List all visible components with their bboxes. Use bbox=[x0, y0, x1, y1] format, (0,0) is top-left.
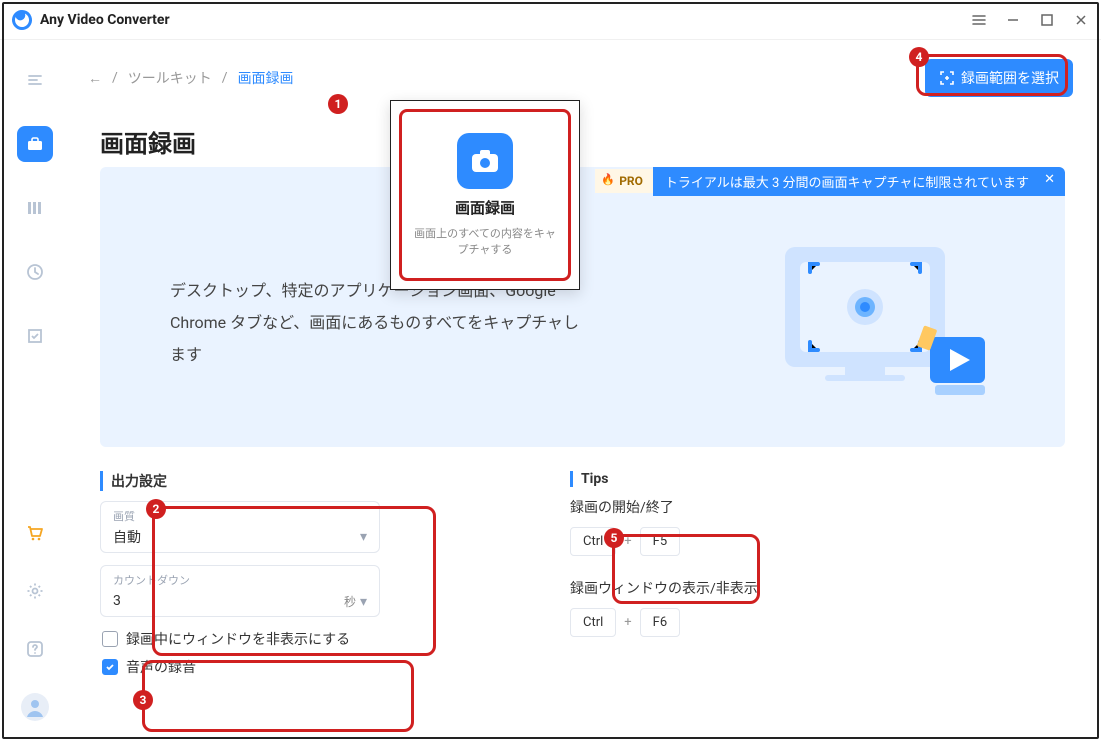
output-settings-section: 出力設定 画質 自動 ▾ カウントダウン 3 秒▾ bbox=[100, 471, 380, 677]
sidebar-avatar[interactable] bbox=[17, 689, 53, 725]
app-name: Any Video Converter bbox=[40, 12, 170, 28]
pro-badge: PRO bbox=[595, 169, 653, 193]
annotation-badge-1: 1 bbox=[328, 94, 348, 114]
checkbox-icon bbox=[102, 631, 118, 647]
breadcrumb: ← / ツールキット / 画面録画 bbox=[88, 68, 294, 88]
hide-window-checkbox[interactable]: 録画中にウィンドウを非表示にする bbox=[100, 629, 380, 649]
quality-select[interactable]: 画質 自動 ▾ bbox=[100, 501, 380, 553]
sidebar-collapse-icon[interactable] bbox=[17, 62, 53, 98]
app-logo-icon bbox=[9, 7, 35, 33]
annotation-badge-5: 5 bbox=[604, 528, 624, 548]
annotation-badge-4: 4 bbox=[909, 47, 929, 67]
select-area-button[interactable]: 録画範囲を選択 bbox=[925, 59, 1073, 97]
sidebar-item-history[interactable] bbox=[17, 254, 53, 290]
sidebar-item-library[interactable] bbox=[17, 190, 53, 226]
feature-card-popup: 画面録画 画面上のすべての内容をキャプチャする bbox=[390, 100, 580, 290]
title-bar: Any Video Converter bbox=[0, 0, 1101, 40]
checkbox-checked-icon bbox=[102, 659, 118, 675]
feature-card-subtitle: 画面上のすべての内容をキャプチャする bbox=[410, 226, 560, 257]
breadcrumb-back-icon[interactable]: ← bbox=[88, 70, 102, 87]
feature-card-title: 画面録画 bbox=[455, 197, 515, 218]
breadcrumb-current: 画面録画 bbox=[238, 68, 294, 88]
page-title: 画面録画 bbox=[100, 124, 1073, 159]
tips-heading: Tips bbox=[570, 471, 950, 487]
close-button[interactable] bbox=[1073, 12, 1089, 28]
maximize-button[interactable] bbox=[1039, 12, 1055, 28]
sidebar-item-toolkit[interactable] bbox=[17, 126, 53, 162]
chevron-down-icon: ▾ bbox=[360, 594, 367, 610]
camera-icon bbox=[457, 133, 513, 189]
output-settings-heading: 出力設定 bbox=[100, 471, 380, 491]
sidebar-item-tasks[interactable] bbox=[17, 318, 53, 354]
crop-icon bbox=[939, 70, 955, 86]
tip-toggle-window-label: 録画ウィンドウの表示/非表示 bbox=[570, 578, 950, 598]
record-audio-checkbox[interactable]: 音声の録音 bbox=[100, 657, 380, 677]
annotation-badge-2: 2 bbox=[146, 499, 166, 519]
minimize-button[interactable] bbox=[1005, 12, 1021, 28]
pro-close-icon[interactable]: ✕ bbox=[1044, 172, 1055, 187]
screen-illustration-icon bbox=[765, 237, 1005, 417]
breadcrumb-parent[interactable]: ツールキット bbox=[128, 68, 212, 88]
sidebar-cart-icon[interactable] bbox=[17, 515, 53, 551]
sidebar-help-icon[interactable] bbox=[17, 631, 53, 667]
sidebar-settings-icon[interactable] bbox=[17, 573, 53, 609]
annotation-badge-3: 3 bbox=[133, 690, 153, 710]
tip-start-stop-keys: Ctrl + F5 bbox=[570, 527, 950, 556]
tips-section: Tips 録画の開始/終了 Ctrl + F5 録画ウィンドウの表示/非表示 C… bbox=[570, 471, 950, 677]
sidebar bbox=[0, 40, 70, 741]
tip-start-stop-label: 録画の開始/終了 bbox=[570, 497, 950, 517]
pro-message: トライアルは最大 3 分間の画面キャプチャに制限されています ✕ bbox=[653, 167, 1065, 196]
countdown-select[interactable]: カウントダウン 3 秒▾ bbox=[100, 565, 380, 617]
hamburger-icon[interactable] bbox=[971, 12, 987, 28]
tip-toggle-window-keys: Ctrl + F6 bbox=[570, 608, 950, 637]
hero-banner: PRO トライアルは最大 3 分間の画面キャプチャに制限されています ✕ デスク… bbox=[100, 167, 1065, 447]
chevron-down-icon: ▾ bbox=[360, 529, 367, 545]
